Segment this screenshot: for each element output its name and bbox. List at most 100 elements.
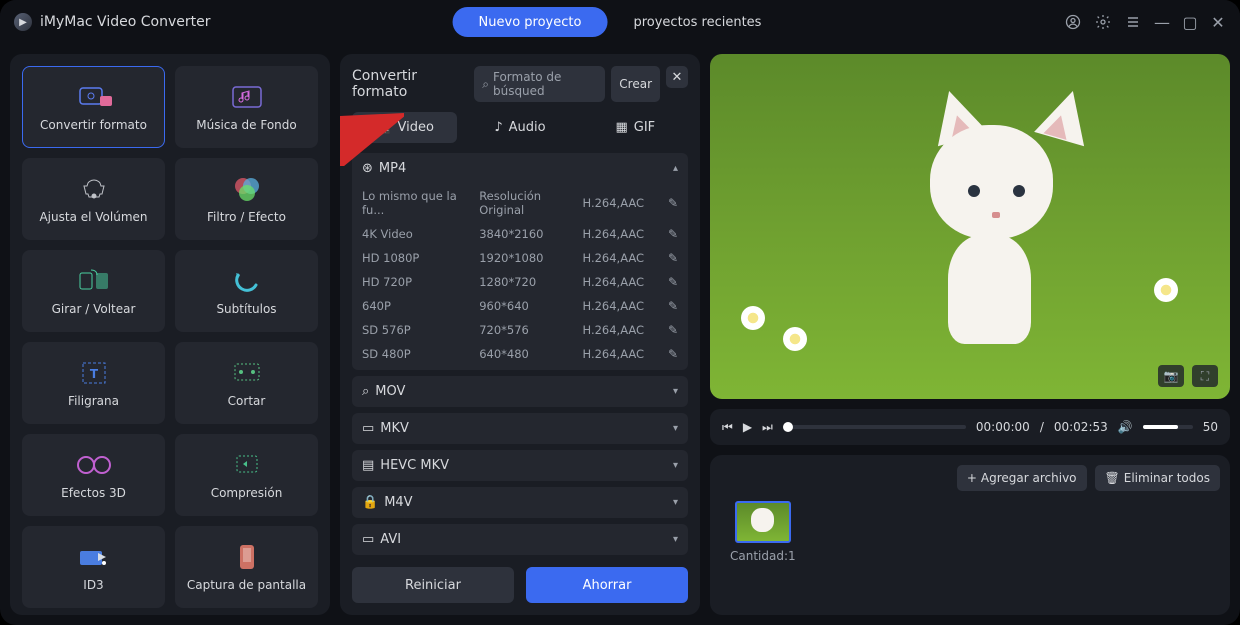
format-row[interactable]: 4K Video3840*2160H.264,AAC✎: [352, 222, 688, 246]
fullscreen-icon[interactable]: ⛶: [1192, 365, 1218, 387]
tool-subtitles[interactable]: Subtítulos: [175, 250, 318, 332]
tool-label: Ajusta el Volúmen: [39, 210, 147, 224]
edit-icon[interactable]: ✎: [658, 196, 678, 210]
chevron-down-icon: ▾: [673, 386, 678, 397]
tool-id3[interactable]: ID3: [22, 526, 165, 608]
video-canvas[interactable]: 📷 ⛶: [710, 54, 1230, 399]
close-button[interactable]: ✕: [1210, 13, 1226, 32]
remove-all-button[interactable]: 🗑Eliminar todos: [1095, 465, 1220, 491]
video-preview: 📷 ⛶: [710, 54, 1230, 399]
edit-icon[interactable]: ✎: [658, 227, 678, 241]
mov-icon: ⌕: [362, 384, 369, 399]
playback-bar: ⏮ ▶ ⏭ 00:00:00 / 00:02:53 🔊 50: [710, 409, 1230, 445]
tool-cut[interactable]: Cortar: [175, 342, 318, 424]
save-button[interactable]: Ahorrar: [526, 567, 688, 603]
chevron-down-icon: ▾: [673, 534, 678, 545]
format-row[interactable]: HD 1080P1920*1080H.264,AAC✎: [352, 246, 688, 270]
app-logo-icon: ▶: [14, 13, 32, 31]
tool-screenshot[interactable]: Captura de pantalla: [175, 526, 318, 608]
new-project-button[interactable]: Nuevo proyecto: [453, 7, 608, 37]
subtitles-icon: [227, 266, 267, 296]
svg-text:T: T: [89, 367, 98, 381]
watermark-icon: T: [74, 358, 114, 388]
format-row[interactable]: HD 720P1280*720H.264,AAC✎: [352, 270, 688, 294]
settings-icon[interactable]: [1094, 13, 1112, 31]
title-bar: ▶ iMyMac Video Converter Nuevo proyecto …: [0, 0, 1240, 44]
tool-filter-effect[interactable]: Filtro / Efecto: [175, 158, 318, 240]
cut-icon: [227, 358, 267, 388]
menu-icon[interactable]: [1124, 13, 1142, 31]
edit-icon[interactable]: ✎: [658, 275, 678, 289]
format-row[interactable]: SD 576P720*576H.264,AAC✎: [352, 318, 688, 342]
minimize-button[interactable]: —: [1154, 13, 1170, 32]
avi-icon: ▭: [362, 532, 374, 547]
header-tabs: Nuevo proyecto proyectos recientes: [453, 7, 788, 37]
file-count: Cantidad:1: [730, 549, 796, 563]
search-placeholder: Formato de búsqued: [493, 70, 597, 98]
chevron-up-icon: ▴: [673, 163, 678, 174]
format-group-avi[interactable]: ▭AVI▾: [352, 524, 688, 555]
format-row[interactable]: 640P960*640H.264,AAC✎: [352, 294, 688, 318]
tool-3d-effects[interactable]: Efectos 3D: [22, 434, 165, 516]
tool-label: Filigrana: [68, 394, 119, 408]
format-group-m4v[interactable]: 🔒M4V▾: [352, 487, 688, 518]
format-group-mov[interactable]: ⌕MOV▾: [352, 376, 688, 407]
file-panel: +Agregar archivo 🗑Eliminar todos Cantida…: [710, 455, 1230, 615]
tab-audio[interactable]: ♪Audio: [467, 112, 572, 143]
id3-icon: [74, 542, 114, 572]
recent-projects-button[interactable]: proyectos recientes: [607, 7, 787, 37]
add-file-button[interactable]: +Agregar archivo: [957, 465, 1087, 491]
mkv-icon: ▭: [362, 421, 374, 436]
3d-effects-icon: [74, 450, 114, 480]
snapshot-icon[interactable]: 📷: [1158, 365, 1184, 387]
plus-icon: +: [967, 471, 977, 485]
tool-convert-format[interactable]: Convertir formato: [22, 66, 165, 148]
chevron-down-icon: ▾: [673, 460, 678, 471]
preview-image: [887, 95, 1105, 343]
volume-icon[interactable]: 🔊: [1118, 420, 1133, 434]
tool-label: Subtítulos: [216, 302, 276, 316]
tool-background-music[interactable]: Música de Fondo: [175, 66, 318, 148]
app-title: iMyMac Video Converter: [40, 14, 210, 30]
time-total: 00:02:53: [1054, 420, 1108, 434]
tool-compression[interactable]: Compresión: [175, 434, 318, 516]
tool-rotate-flip[interactable]: Girar / Voltear: [22, 250, 165, 332]
seek-slider[interactable]: [783, 425, 966, 429]
panel-close-button[interactable]: ✕: [666, 66, 688, 88]
format-row[interactable]: SD 480P640*480H.264,AAC✎: [352, 342, 688, 366]
time-current: 00:00:00: [976, 420, 1030, 434]
volume-slider[interactable]: [1143, 425, 1193, 429]
edit-icon[interactable]: ✎: [658, 299, 678, 313]
mp4-icon: ⊛: [362, 161, 373, 176]
search-icon: ⌕: [482, 77, 489, 92]
format-panel-title: Convertir formato: [352, 68, 466, 100]
background-music-icon: [227, 82, 267, 112]
prev-button[interactable]: ⏮: [722, 420, 733, 435]
tab-video[interactable]: 🎬Video: [352, 112, 457, 143]
maximize-button[interactable]: ▢: [1182, 13, 1198, 32]
tool-label: ID3: [83, 578, 103, 592]
format-panel: Convertir formato ⌕ Formato de búsqued C…: [340, 54, 700, 615]
account-icon[interactable]: [1064, 13, 1082, 31]
format-group-mp4[interactable]: ⊛MP4▴: [352, 153, 688, 184]
edit-icon[interactable]: ✎: [658, 251, 678, 265]
volume-value: 50: [1203, 420, 1218, 434]
edit-icon[interactable]: ✎: [658, 347, 678, 361]
m4v-icon: 🔒: [362, 495, 378, 510]
tool-adjust-volume[interactable]: Ajusta el Volúmen: [22, 158, 165, 240]
tool-watermark[interactable]: T Filigrana: [22, 342, 165, 424]
play-button[interactable]: ▶: [743, 420, 752, 434]
tab-gif[interactable]: ▦GIF: [583, 112, 688, 143]
format-search-input[interactable]: ⌕ Formato de búsqued: [474, 66, 605, 102]
edit-icon[interactable]: ✎: [658, 323, 678, 337]
chevron-down-icon: ▾: [673, 423, 678, 434]
format-group-mkv[interactable]: ▭MKV▾: [352, 413, 688, 444]
format-row[interactable]: Lo mismo que la fu...Resolución Original…: [352, 184, 688, 222]
screenshot-icon: [227, 542, 267, 572]
reset-button[interactable]: Reiniciar: [352, 567, 514, 603]
format-group-hevc mkv[interactable]: ▤HEVC MKV▾: [352, 450, 688, 481]
create-button[interactable]: Crear: [611, 66, 660, 102]
file-item[interactable]: Cantidad:1: [730, 501, 796, 563]
next-button[interactable]: ⏭: [762, 420, 773, 435]
tool-label: Convertir formato: [40, 118, 147, 132]
